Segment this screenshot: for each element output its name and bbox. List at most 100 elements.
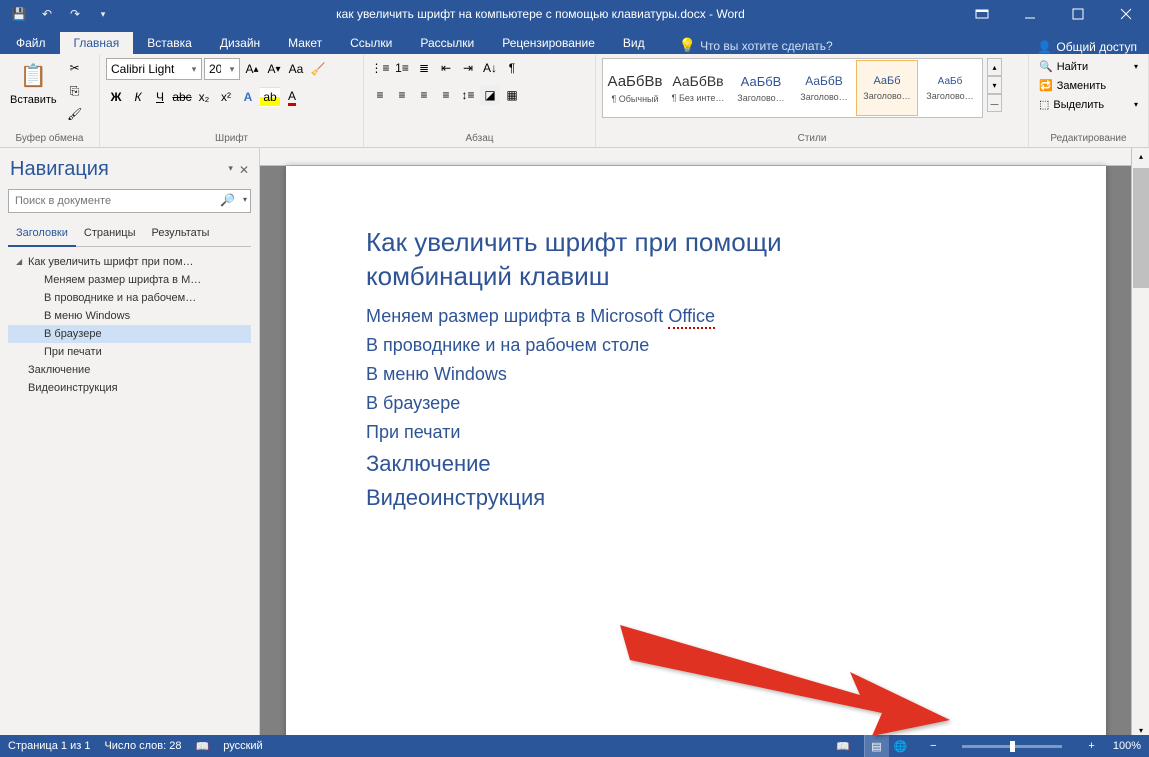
bullets-icon[interactable]: ⋮≡ [370, 58, 390, 78]
vertical-scrollbar[interactable]: ▴ ▾ [1131, 148, 1149, 738]
replace-button[interactable]: 🔁Заменить [1035, 77, 1142, 94]
tab-references[interactable]: Ссылки [336, 32, 406, 54]
close-icon[interactable] [1103, 0, 1149, 28]
tree-item[interactable]: При печати [8, 343, 251, 361]
tree-item[interactable]: ◢Как увеличить шрифт при пом… [8, 253, 251, 271]
justify-icon[interactable]: ≡ [436, 85, 456, 105]
text-effects-icon[interactable]: A [238, 87, 258, 107]
font-size-combo[interactable]: ▾ [204, 58, 240, 80]
tree-item[interactable]: В браузере [8, 325, 251, 343]
print-layout-icon[interactable]: ▤ [864, 735, 888, 757]
increase-indent-icon[interactable]: ⇥ [458, 58, 478, 78]
decrease-indent-icon[interactable]: ⇤ [436, 58, 456, 78]
tab-view[interactable]: Вид [609, 32, 659, 54]
zoom-out-icon[interactable]: − [926, 740, 940, 752]
redo-icon[interactable]: ↷ [66, 5, 84, 23]
show-marks-icon[interactable]: ¶ [502, 58, 522, 78]
maximize-icon[interactable] [1055, 0, 1101, 28]
style-item[interactable]: АаБбЗаголово… [856, 60, 918, 116]
style-item[interactable]: АаБбВв¶ Обычный [604, 60, 666, 116]
bold-button[interactable]: Ж [106, 87, 126, 107]
caret-icon[interactable]: ◢ [16, 257, 22, 266]
align-right-icon[interactable]: ≡ [414, 85, 434, 105]
superscript-icon[interactable]: x² [216, 87, 236, 107]
ribbon-display-icon[interactable] [959, 0, 1005, 28]
tab-review[interactable]: Рецензирование [488, 32, 609, 54]
search-dropdown-icon[interactable]: ▾ [243, 195, 247, 204]
status-language[interactable]: русский [223, 740, 262, 752]
spellcheck-icon[interactable]: 📖 [196, 740, 210, 753]
read-mode-icon[interactable]: 📖 [836, 740, 850, 753]
style-expand-icon[interactable]: ⎼ [988, 94, 1002, 112]
nav-tab-pages[interactable]: Страницы [76, 221, 144, 246]
highlight-icon[interactable]: ab [260, 87, 280, 107]
shading-icon[interactable]: ◪ [480, 85, 500, 105]
minimize-icon[interactable] [1007, 0, 1053, 28]
grow-font-icon[interactable]: A▴ [242, 59, 262, 79]
tree-item[interactable]: Меняем размер шрифта в M… [8, 271, 251, 289]
status-word-count[interactable]: Число слов: 28 [104, 740, 181, 752]
tree-item[interactable]: Заключение [8, 361, 251, 379]
nav-close-icon[interactable]: ✕ [239, 163, 249, 177]
search-icon[interactable]: 🔎 [220, 193, 235, 207]
nav-tab-results[interactable]: Результаты [144, 221, 218, 246]
italic-button[interactable]: К [128, 87, 148, 107]
cut-icon[interactable]: ✂ [65, 58, 85, 78]
share-button[interactable]: 👤 Общий доступ [1025, 40, 1149, 54]
tree-item[interactable]: Видеоинструкция [8, 379, 251, 397]
clear-format-icon[interactable]: 🧹 [308, 59, 328, 79]
tab-layout[interactable]: Макет [274, 32, 336, 54]
search-input[interactable] [8, 189, 251, 213]
qat-customize-icon[interactable]: ▾ [94, 5, 112, 23]
tab-design[interactable]: Дизайн [206, 32, 274, 54]
borders-icon[interactable]: ▦ [502, 85, 522, 105]
tell-me-search[interactable]: 💡 Что вы хотите сделать? [679, 37, 833, 54]
zoom-slider[interactable] [962, 745, 1062, 748]
save-icon[interactable]: 💾 [10, 5, 28, 23]
zoom-level[interactable]: 100% [1113, 740, 1141, 752]
tree-item[interactable]: В меню Windows [8, 307, 251, 325]
change-case-icon[interactable]: Aa [286, 59, 306, 79]
status-page[interactable]: Страница 1 из 1 [8, 740, 90, 752]
nav-dropdown-icon[interactable]: ▾ [228, 163, 233, 177]
paste-button[interactable]: 📋 Вставить [6, 58, 61, 108]
scroll-up-icon[interactable]: ▴ [1133, 148, 1149, 164]
subscript-icon[interactable]: x₂ [194, 87, 214, 107]
chevron-down-icon[interactable]: ▾ [225, 64, 239, 75]
horizontal-ruler[interactable] [260, 148, 1149, 166]
tab-home[interactable]: Главная [60, 32, 134, 54]
numbering-icon[interactable]: 1≡ [392, 58, 412, 78]
font-size-input[interactable] [205, 59, 225, 79]
style-item[interactable]: АаБбВЗаголово… [793, 60, 855, 116]
web-layout-icon[interactable]: 🌐 [888, 735, 912, 757]
document-page[interactable]: Как увеличить шрифт при помощикомбинаций… [286, 166, 1106, 738]
tab-mailings[interactable]: Рассылки [406, 32, 488, 54]
style-scroll-down-icon[interactable]: ▾ [988, 76, 1002, 94]
scrollbar-thumb[interactable] [1133, 168, 1149, 288]
chevron-down-icon[interactable]: ▾ [187, 64, 201, 75]
strike-icon[interactable]: abc [172, 87, 192, 107]
align-left-icon[interactable]: ≡ [370, 85, 390, 105]
undo-icon[interactable]: ↶ [38, 5, 56, 23]
zoom-handle[interactable] [1010, 741, 1015, 752]
style-item[interactable]: АаБбВв¶ Без инте… [667, 60, 729, 116]
underline-button[interactable]: Ч [150, 87, 170, 107]
tree-item[interactable]: В проводнике и на рабочем… [8, 289, 251, 307]
find-button[interactable]: 🔍Найти▾ [1035, 58, 1142, 75]
align-center-icon[interactable]: ≡ [392, 85, 412, 105]
font-family-input[interactable] [107, 59, 187, 79]
multilevel-icon[interactable]: ≣ [414, 58, 434, 78]
tab-file[interactable]: Файл [2, 32, 60, 54]
zoom-in-icon[interactable]: + [1084, 740, 1098, 752]
tab-insert[interactable]: Вставка [133, 32, 206, 54]
font-color-icon[interactable]: A [282, 87, 302, 107]
font-family-combo[interactable]: ▾ [106, 58, 202, 80]
copy-icon[interactable]: ⎘ [65, 81, 85, 101]
style-item[interactable]: АаБбВЗаголово… [730, 60, 792, 116]
style-scroll-up-icon[interactable]: ▴ [988, 58, 1002, 76]
line-spacing-icon[interactable]: ↕≡ [458, 85, 478, 105]
select-button[interactable]: ⬚Выделить▾ [1035, 96, 1142, 113]
style-item[interactable]: АаБбЗаголово… [919, 60, 981, 116]
shrink-font-icon[interactable]: A▾ [264, 59, 284, 79]
format-painter-icon[interactable]: 🖌 [65, 104, 85, 124]
